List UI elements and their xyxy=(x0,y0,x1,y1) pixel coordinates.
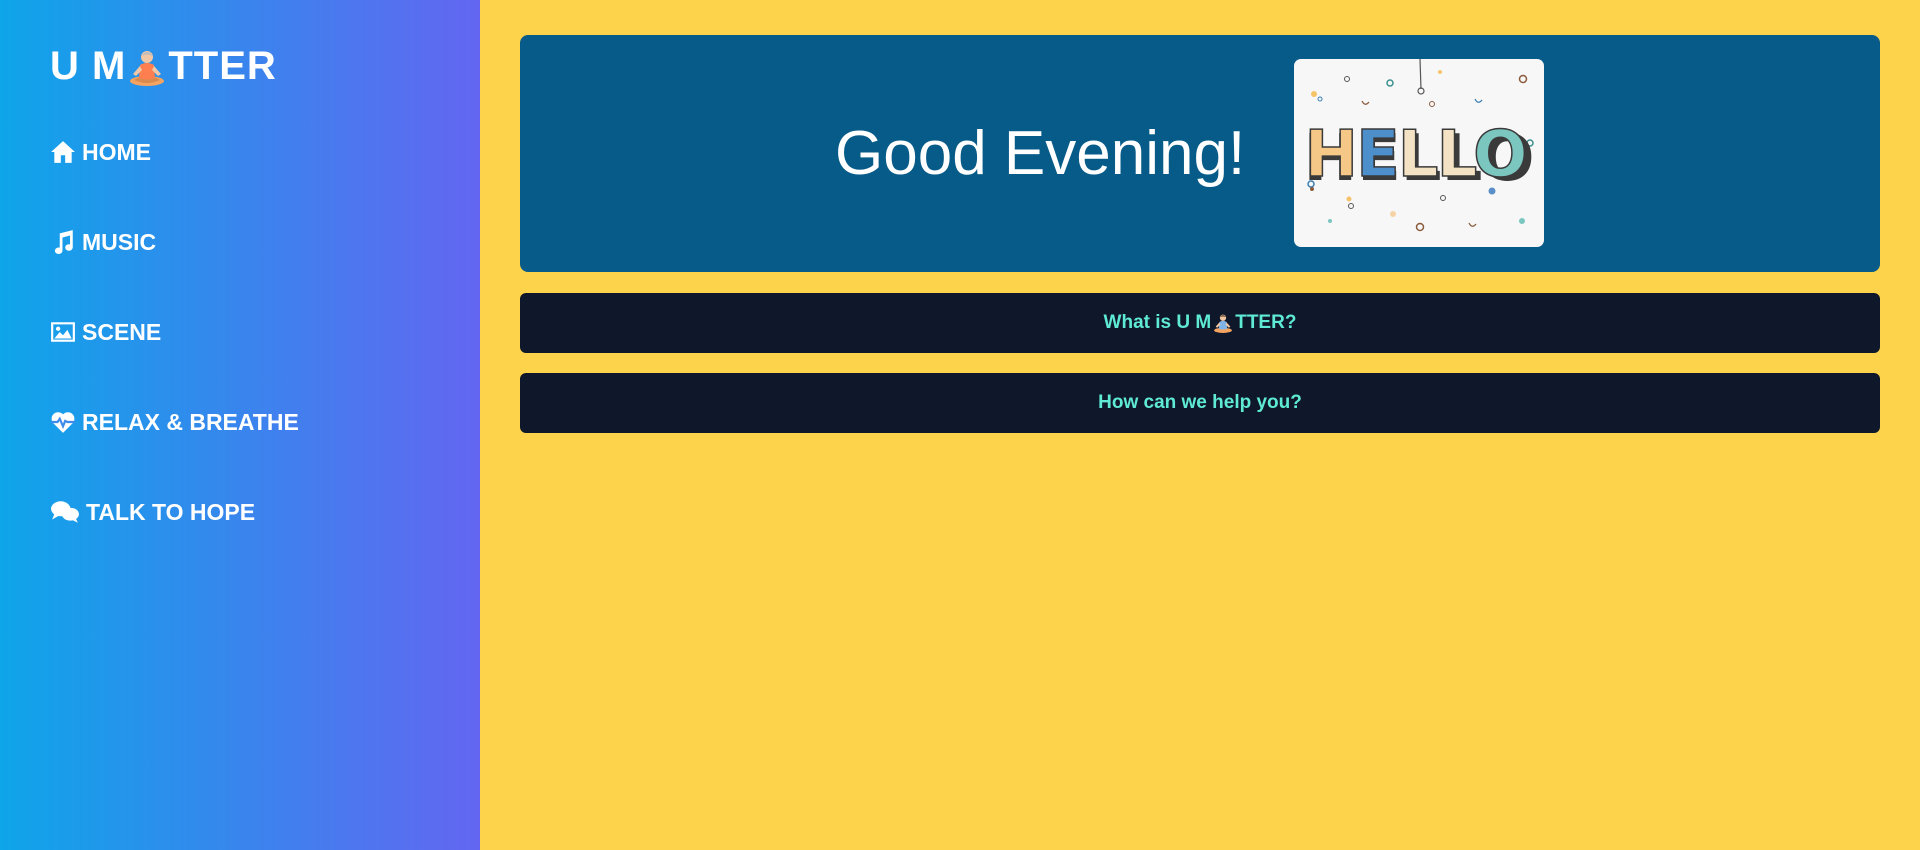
hello-text: HELLO xyxy=(1305,118,1526,192)
logo-prefix: U M xyxy=(50,44,127,88)
nav-music-label: MUSIC xyxy=(82,228,157,255)
nav-talk-to-hope-label: TALK TO HOPE xyxy=(86,498,256,525)
nav-relax-breathe[interactable]: RELAX & BREATHE xyxy=(50,405,299,439)
what-is-prefix: What is U M xyxy=(1103,312,1212,333)
how-can-we-help-label: How can we help you? xyxy=(1098,392,1302,413)
hello-illustration: HELLO HELLO xyxy=(1294,59,1544,247)
meditating-person-icon xyxy=(128,46,166,88)
nav-home[interactable]: HOME xyxy=(50,135,151,169)
nav-music[interactable]: MUSIC xyxy=(50,225,156,259)
image-icon xyxy=(51,322,75,342)
greeting-banner: Good Evening! HELLO HELLO xyxy=(520,35,1880,272)
home-icon xyxy=(51,141,75,163)
nav-scene-label: SCENE xyxy=(82,318,162,345)
app-logo[interactable]: U M TTER xyxy=(50,44,277,89)
nav-relax-breathe-label: RELAX & BREATHE xyxy=(82,408,299,435)
nav-scene[interactable]: SCENE xyxy=(50,315,161,349)
heartbeat-icon xyxy=(51,412,75,433)
greeting-text: Good Evening! xyxy=(835,119,1246,188)
main-content: Good Evening! HELLO HELLO What is U M TT… xyxy=(480,0,1920,850)
nav-talk-to-hope[interactable]: TALK TO HOPE xyxy=(50,495,255,529)
logo-suffix: TTER xyxy=(168,44,277,88)
sidebar: U M TTER HOME MUSIC SCENE RELAX & BREATH… xyxy=(0,0,480,850)
music-note-icon xyxy=(54,230,73,254)
nav-home-label: HOME xyxy=(82,138,151,165)
how-can-we-help-button[interactable]: How can we help you? xyxy=(520,373,1880,433)
what-is-umatter-button[interactable]: What is U M TTER? xyxy=(520,293,1880,353)
what-is-suffix: TTER? xyxy=(1235,312,1297,333)
meditating-person-icon xyxy=(1213,312,1233,334)
chat-bubbles-icon xyxy=(51,501,79,523)
